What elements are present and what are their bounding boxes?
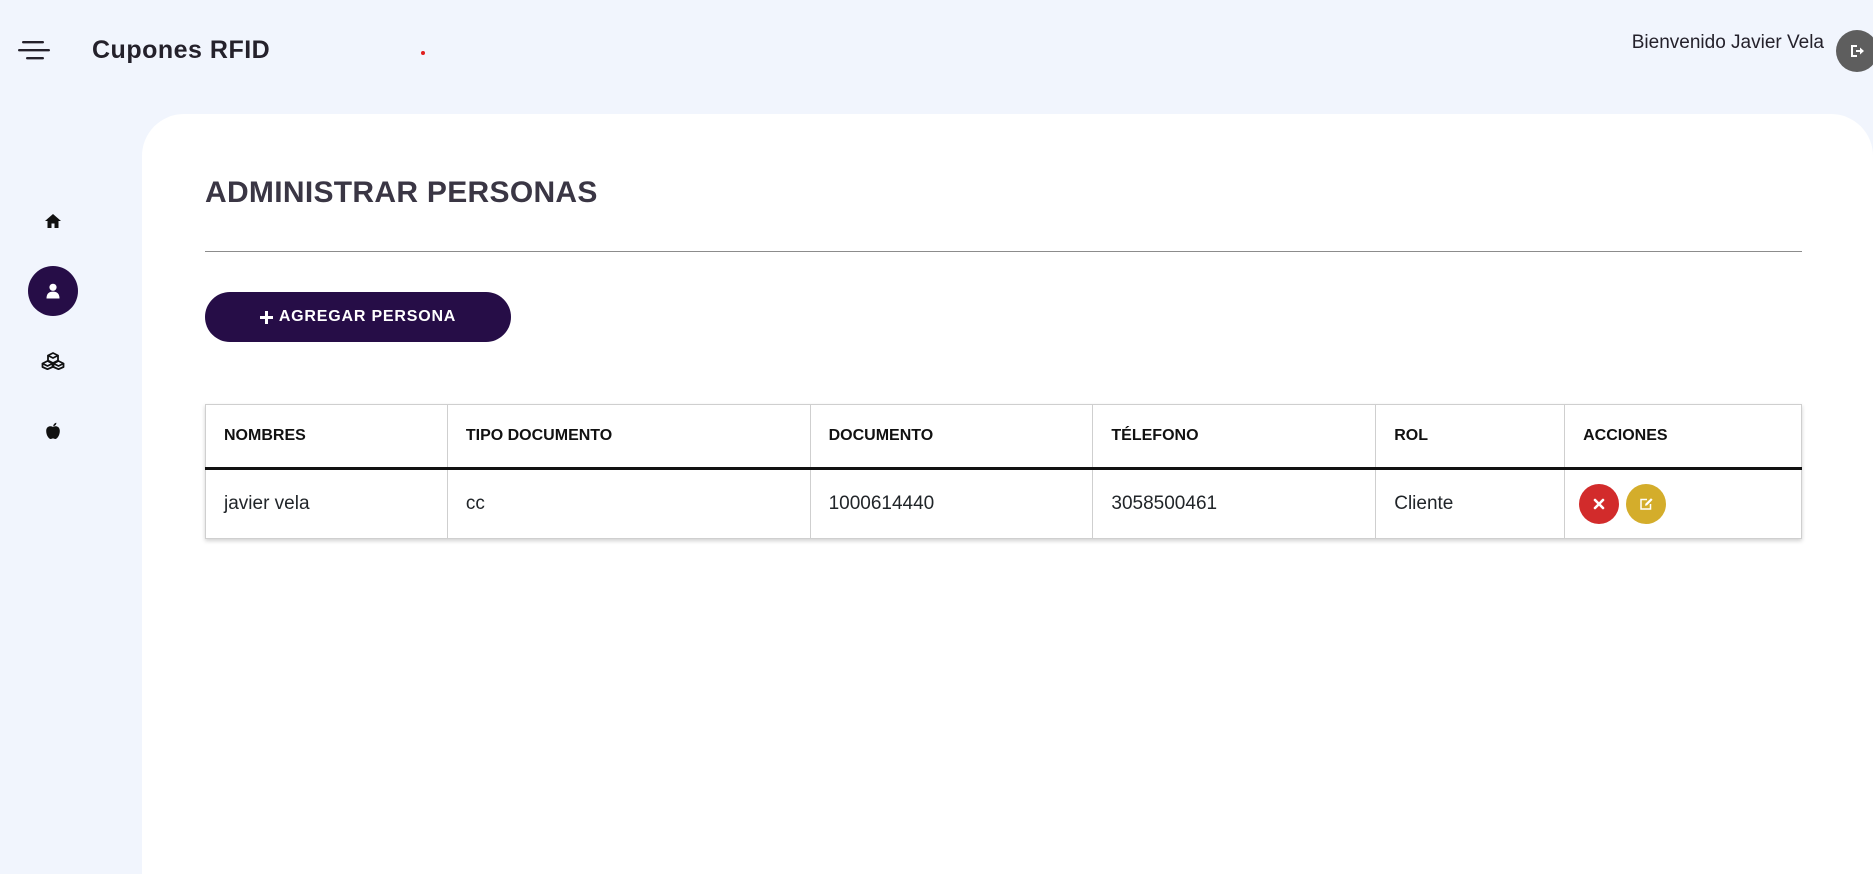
cell-telefono: 3058500461 [1092,468,1376,539]
main-content-card: ADMINISTRAR PERSONAS AGREGAR PERSONA NOM… [142,114,1873,874]
delete-person-button[interactable] [1579,484,1620,524]
table-header-row: NOMBRES TIPO DOCUMENTO DOCUMENTO TÉLEFON… [205,404,1802,470]
apple-icon [46,422,60,440]
cubes-icon [41,352,65,370]
sidebar-item-home[interactable] [28,196,78,246]
cell-acciones [1564,468,1802,539]
cell-rol: Cliente [1375,468,1565,539]
column-header-documento[interactable]: DOCUMENTO [809,404,1093,470]
hamburger-menu-icon [18,41,50,60]
edit-icon [1640,498,1653,510]
sidebar-item-personas[interactable] [28,266,78,316]
delete-icon [1593,498,1605,510]
personas-table: NOMBRES TIPO DOCUMENTO DOCUMENTO TÉLEFON… [205,404,1802,539]
column-header-telefono[interactable]: TÉLEFONO [1092,404,1376,470]
table-row: javier vela cc 1000614440 3058500461 Cli… [206,468,1802,539]
status-indicator-dot [421,51,425,55]
user-icon [46,283,60,299]
app-title: Cupones RFID [92,36,271,64]
column-header-nombres[interactable]: NOMBRES [205,404,448,470]
cell-tipo-documento: cc [446,468,811,539]
cell-nombres: javier vela [224,493,310,514]
sidebar-item-apple[interactable] [28,406,78,456]
add-person-button-label: AGREGAR PERSONA [278,308,457,325]
column-header-acciones: ACCIONES [1564,404,1802,470]
cell-documento: 1000614440 [809,468,1093,539]
sidebar-item-products[interactable] [28,336,78,386]
logout-button[interactable] [1836,30,1873,72]
page-title: ADMINISTRAR PERSONAS [205,176,598,209]
title-divider [205,251,1802,252]
personas-table-container: NOMBRES TIPO DOCUMENTO DOCUMENTO TÉLEFON… [205,404,1802,539]
sign-out-icon [1851,45,1864,57]
column-header-rol[interactable]: ROL [1375,404,1565,470]
add-person-button[interactable]: AGREGAR PERSONA [205,292,511,342]
welcome-message: Bienvenido Javier Vela [1631,32,1824,53]
menu-toggle-button[interactable] [18,38,52,62]
plus-icon [259,310,273,324]
home-icon [45,214,61,228]
column-header-tipo-documento[interactable]: TIPO DOCUMENTO [446,404,811,470]
edit-person-button[interactable] [1626,484,1667,524]
